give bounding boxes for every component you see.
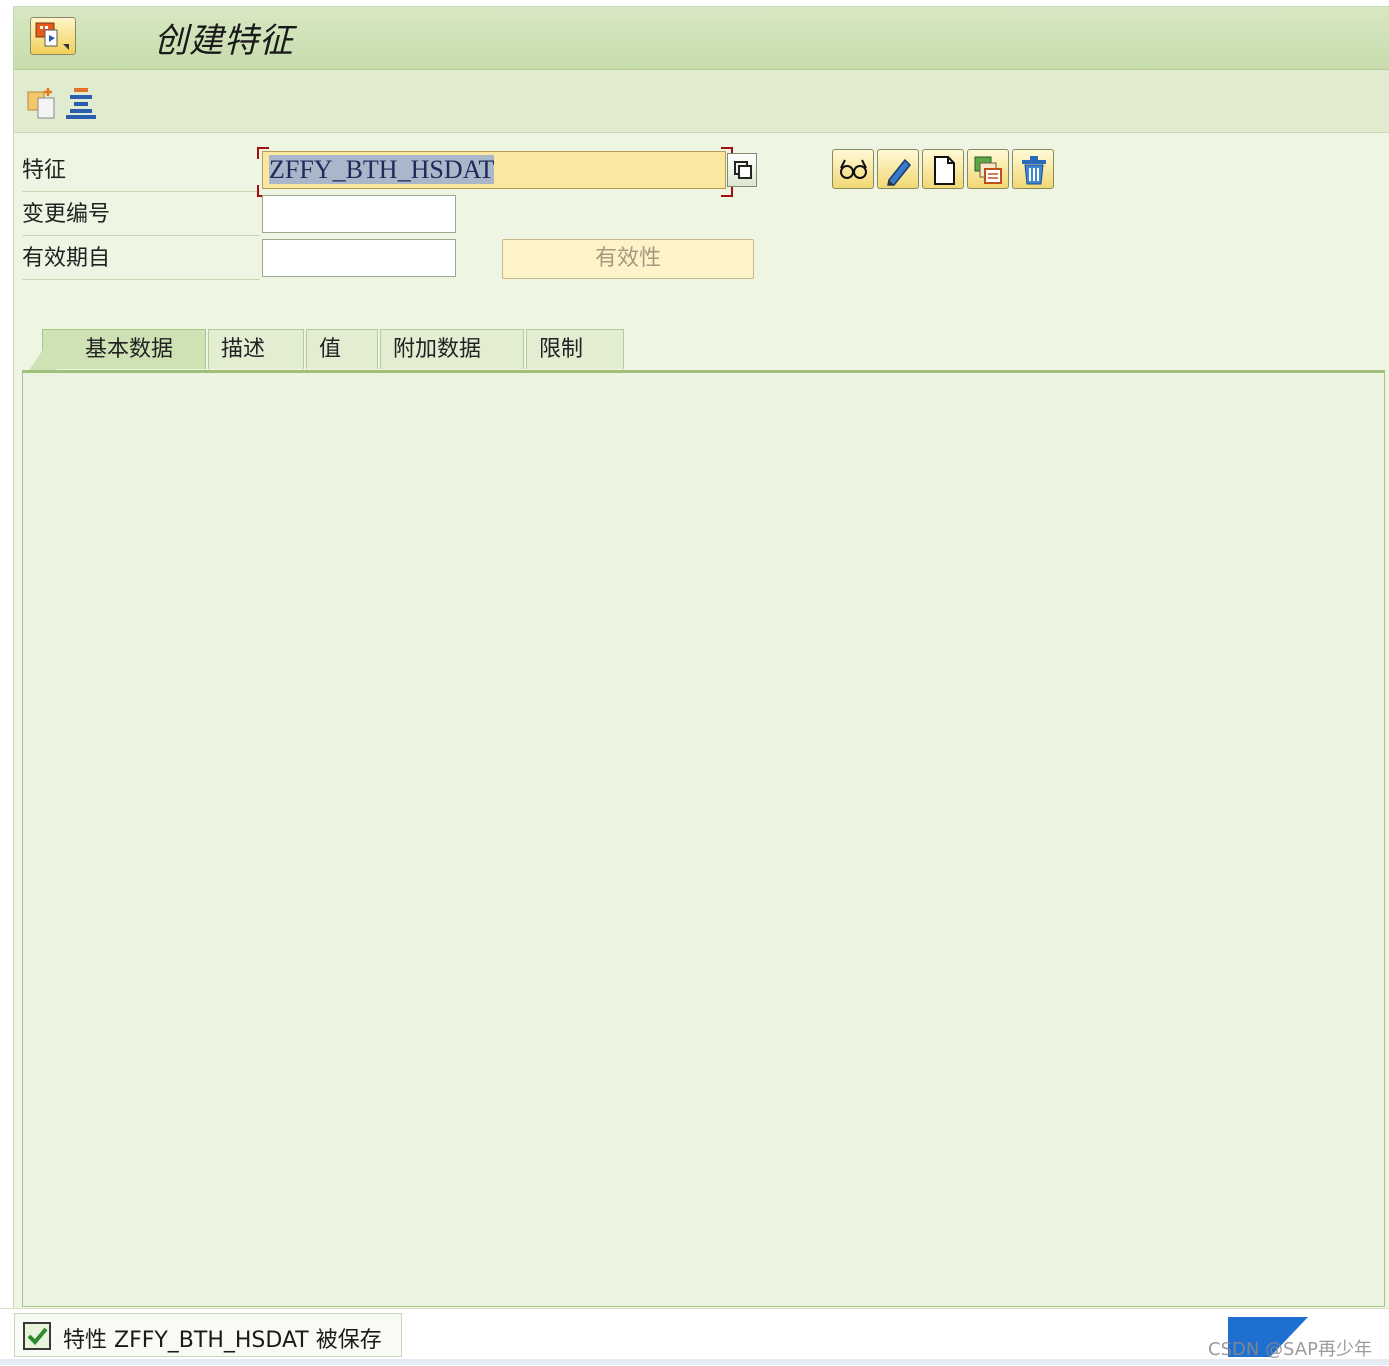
change-number-input[interactable] [262, 195, 456, 233]
tab-content-panel [22, 370, 1385, 1307]
display-icon [840, 159, 867, 179]
success-check-icon [23, 1322, 51, 1350]
title-bar: 创建特征 [14, 7, 1389, 70]
tab-basic-data[interactable]: 基本数据 [29, 329, 206, 370]
transaction-menu-icon[interactable] [30, 17, 76, 55]
valid-from-label: 有效期自 [22, 239, 260, 280]
application-toolbar [14, 70, 1389, 133]
characteristic-input[interactable]: ZFFY_BTH_HSDAT [262, 151, 726, 189]
value-help-button[interactable] [727, 153, 757, 187]
status-bar: 特性 ZFFY_BTH_HSDAT 被保存 CSDN @SAP再少年 [0, 1308, 1389, 1366]
delete-icon [1022, 156, 1046, 185]
create-icon [934, 156, 955, 185]
hierarchy-icon[interactable] [64, 86, 98, 120]
characteristic-label: 特征 [22, 151, 260, 192]
change-number-label: 变更编号 [22, 195, 260, 236]
tab-values[interactable]: 值 [306, 329, 378, 369]
valid-from-input[interactable] [262, 239, 456, 277]
focus-bracket-tl [257, 147, 269, 159]
status-message[interactable]: 特性 ZFFY_BTH_HSDAT 被保存 [14, 1313, 402, 1357]
tab-strip: 基本数据 描述 值 附加数据 限制 [22, 327, 1389, 371]
tab-description[interactable]: 描述 [208, 329, 304, 369]
change-button[interactable] [877, 149, 919, 189]
change-icon [887, 158, 912, 186]
window-bottom-edge [0, 1359, 1389, 1365]
copy-icon [974, 156, 1002, 184]
tab-additional-data[interactable]: 附加数据 [380, 329, 524, 369]
create-button[interactable] [922, 149, 964, 189]
copy-button[interactable] [967, 149, 1009, 189]
status-text: 特性 ZFFY_BTH_HSDAT 被保存 [63, 1328, 382, 1353]
copy-object-icon[interactable] [26, 86, 60, 120]
display-button[interactable] [832, 149, 874, 189]
characteristic-value: ZFFY_BTH_HSDAT [269, 155, 495, 184]
page-title: 创建特征 [154, 21, 294, 61]
validity-button[interactable]: 有效性 [502, 239, 754, 279]
tab-restrictions[interactable]: 限制 [526, 329, 624, 369]
delete-button[interactable] [1012, 149, 1054, 189]
watermark: CSDN @SAP再少年 [1208, 1339, 1372, 1360]
sap-window: 创建特征 特征 ZFFY_BTH_HSDAT 变更编号 有效期自 有效性 基本数… [13, 6, 1389, 1309]
